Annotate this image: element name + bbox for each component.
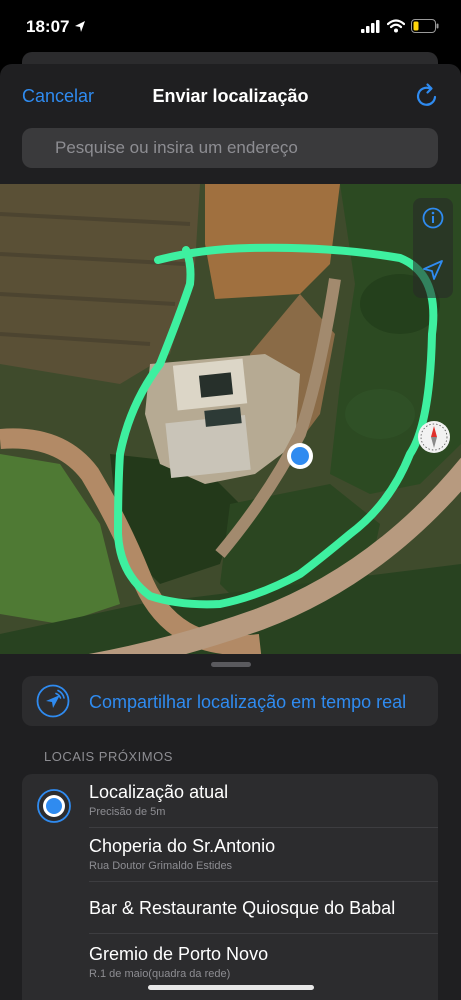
nav-bar: Cancelar Enviar localização <box>0 64 461 126</box>
search-input[interactable]: Pesquise ou insira um endereço <box>22 128 438 168</box>
wifi-icon <box>387 19 405 33</box>
home-indicator[interactable] <box>148 985 314 990</box>
refresh-icon[interactable] <box>413 82 441 110</box>
list-item-current-location[interactable]: Localização atual Precisão de 5m <box>22 774 438 828</box>
send-location-sheet: Cancelar Enviar localização Pesquise ou … <box>0 64 461 1000</box>
sheet-grabber[interactable] <box>211 662 251 667</box>
nearby-places-list: Localização atual Precisão de 5m Choperi… <box>22 774 438 1000</box>
list-item-place[interactable]: Bar & Restaurante Quiosque do Babal <box>22 882 438 934</box>
place-detail: Precisão de 5m <box>89 806 166 818</box>
place-detail: R.1 de maio(quadra da rede) <box>89 968 231 980</box>
cancel-button[interactable]: Cancelar <box>22 86 94 107</box>
satellite-map[interactable] <box>0 184 461 654</box>
info-icon[interactable] <box>421 206 445 230</box>
live-location-button[interactable]: Compartilhar localização em tempo real <box>22 676 438 726</box>
compass-icon[interactable] <box>417 420 451 454</box>
map-imagery <box>0 184 461 654</box>
place-name: Localização atual <box>89 782 229 802</box>
map-controls <box>413 198 453 298</box>
location-icon[interactable] <box>421 258 445 282</box>
bottom-panel: Compartilhar localização em tempo real L… <box>0 654 461 1000</box>
nearby-places-header: LOCAIS PRÓXIMOS <box>44 749 173 764</box>
current-location-icon <box>37 789 71 823</box>
place-name: Bar & Restaurante Quiosque do Babal <box>89 898 396 918</box>
place-name: Gremio de Porto Novo <box>89 944 269 964</box>
status-time: 18:07 <box>26 17 70 36</box>
place-detail: Rua Doutor Grimaldo Estides <box>89 860 233 872</box>
battery-icon <box>411 19 439 33</box>
live-location-label: Compartilhar localização em tempo real <box>89 692 407 712</box>
current-location-dot <box>291 447 309 465</box>
status-bar: 18:07 <box>0 0 461 54</box>
signal-icon <box>361 19 380 33</box>
list-item-place[interactable]: Choperia do Sr.Antonio Rua Doutor Grimal… <box>22 828 438 882</box>
place-name: Choperia do Sr.Antonio <box>89 836 276 856</box>
live-location-icon <box>36 684 70 718</box>
location-arrow-icon <box>75 21 85 32</box>
